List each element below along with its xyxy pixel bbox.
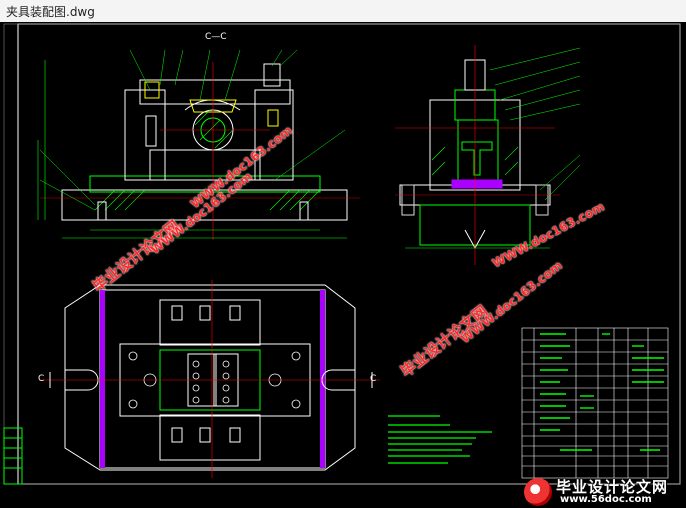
drawing-border (17, 23, 681, 485)
window-title: 夹具装配图.dwg (6, 5, 95, 19)
drawing-svg (3, 23, 681, 485)
cad-canvas[interactable]: C—C C C 毕业设计论文网 WWW.doc163.com 毕业设计论文网 W… (0, 22, 686, 508)
brand-watermark: 毕业设计论文网 www.56doc.com (520, 476, 686, 508)
tech-notes (388, 415, 492, 464)
brand-logo-icon (524, 478, 552, 506)
left-title-strip (3, 427, 23, 485)
section-label: C—C (205, 32, 227, 42)
cut-label-left: C (38, 374, 45, 384)
title-block-text (540, 333, 664, 451)
title-bar: 夹具装配图.dwg (0, 0, 686, 23)
brand-url: www.56doc.com (560, 494, 652, 505)
cut-label-right: C (370, 374, 377, 384)
plan-view (40, 280, 380, 478)
outer-frame (3, 23, 681, 485)
title-block (521, 327, 669, 479)
